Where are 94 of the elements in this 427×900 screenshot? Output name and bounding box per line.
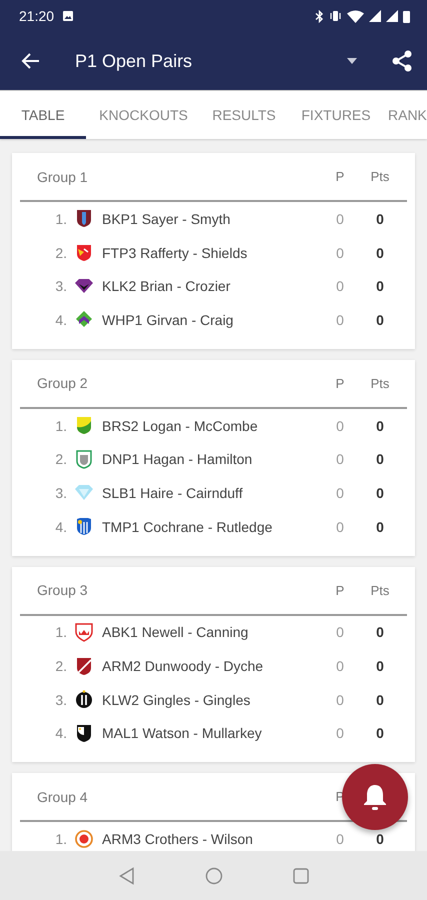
points-count: 0 <box>375 692 385 708</box>
played-count: 0 <box>335 244 345 261</box>
played-count: 0 <box>335 210 345 227</box>
screen-title: P1 Open Pairs <box>75 50 194 72</box>
played-count: 0 <box>335 278 345 294</box>
image-icon <box>62 10 74 22</box>
status-time: 21:20 <box>19 8 54 24</box>
played-count: 0 <box>335 725 345 742</box>
played-count: 0 <box>335 518 345 535</box>
tab[interactable]: RANK <box>385 91 427 139</box>
team-name[interactable]: TMP1 Cochrane - Rutledge <box>102 518 325 535</box>
bluetooth-icon <box>315 10 324 22</box>
team-name[interactable]: DNP1 Hagan - Hamilton <box>102 451 325 468</box>
tab[interactable]: TABLE <box>0 91 86 139</box>
points-count: 0 <box>375 518 385 535</box>
team-name[interactable]: ARM2 Dunwoody - Dyche <box>102 658 325 674</box>
team-name[interactable]: BRS2 Logan - McCombe <box>102 418 325 434</box>
team-crest-icon <box>75 690 93 710</box>
points-count: 0 <box>375 278 385 294</box>
signal-icon <box>369 10 381 22</box>
position-number: 1. <box>54 624 67 640</box>
position-number: 4. <box>54 518 67 535</box>
team-crest-icon <box>75 243 93 262</box>
played-count: 0 <box>335 312 345 328</box>
points-count: 0 <box>375 451 385 468</box>
team-crest-icon <box>75 450 93 469</box>
team-name[interactable]: MAL1 Watson - Mullarkey <box>102 725 325 742</box>
wifi-icon <box>347 10 364 22</box>
points-count: 0 <box>375 624 385 640</box>
points-count: 0 <box>375 725 385 742</box>
position-number: 4. <box>54 312 67 328</box>
played-count: 0 <box>335 418 345 434</box>
team-name[interactable]: ABK1 Newell - Canning <box>102 624 325 640</box>
position-number: 4. <box>54 725 67 742</box>
back-nav-icon[interactable] <box>118 866 134 884</box>
team-name[interactable]: KLW2 Gingles - Gingles <box>102 692 325 708</box>
home-nav-icon[interactable] <box>204 866 222 884</box>
team-crest-icon <box>75 622 93 642</box>
points-count: 0 <box>375 418 385 434</box>
team-crest-icon <box>75 517 93 536</box>
played-count: 0 <box>335 624 345 640</box>
column-header: P <box>334 169 346 184</box>
team-crest-icon <box>75 416 93 436</box>
position-number: 1. <box>54 831 67 848</box>
played-count: 0 <box>335 692 345 708</box>
group-title: Group 4 <box>36 788 89 805</box>
battery-icon <box>403 10 410 22</box>
team-name[interactable]: ARM3 Crothers - Wilson <box>102 831 325 848</box>
points-count: 0 <box>375 484 385 501</box>
position-number: 2. <box>54 451 67 468</box>
position-number: 3. <box>54 484 67 501</box>
team-crest-icon <box>75 483 93 502</box>
signal-icon <box>386 10 398 22</box>
tab[interactable]: FIXTURES <box>287 91 385 139</box>
vibrate-icon <box>329 10 342 22</box>
team-name[interactable]: WHP1 Girvan - Craig <box>102 312 325 328</box>
position-number: 2. <box>54 244 67 261</box>
position-number: 2. <box>54 658 67 674</box>
share-icon[interactable] <box>392 50 412 72</box>
group-title: Group 2 <box>36 375 89 392</box>
group-title: Group 1 <box>36 168 89 184</box>
team-crest-icon <box>75 656 93 676</box>
played-count: 0 <box>335 484 345 501</box>
points-count: 0 <box>375 831 385 848</box>
column-header: Pts <box>370 582 390 598</box>
column-header: Pts <box>370 169 390 184</box>
bell-icon <box>362 783 388 811</box>
points-count: 0 <box>375 658 385 674</box>
played-count: 0 <box>335 831 345 848</box>
position-number: 3. <box>54 278 67 294</box>
column-header: P <box>334 376 346 391</box>
points-count: 0 <box>375 312 385 328</box>
team-name[interactable]: BKP1 Sayer - Smyth <box>102 210 325 227</box>
team-name[interactable]: FTP3 Rafferty - Shields <box>102 244 325 261</box>
group-title: Group 3 <box>36 582 89 598</box>
points-count: 0 <box>375 244 385 261</box>
points-count: 0 <box>375 210 385 227</box>
played-count: 0 <box>335 658 345 674</box>
team-crest-icon <box>75 724 93 743</box>
team-crest-icon <box>75 209 93 228</box>
recents-nav-icon[interactable] <box>292 868 308 884</box>
position-number: 3. <box>54 692 67 708</box>
played-count: 0 <box>335 451 345 468</box>
tab[interactable]: KNOCKOUTS <box>86 91 201 139</box>
dropdown-caret-icon[interactable] <box>347 58 357 64</box>
team-name[interactable]: SLB1 Haire - Cairnduff <box>102 484 325 501</box>
position-number: 1. <box>54 210 67 227</box>
column-header: Pts <box>370 376 390 391</box>
column-header: P <box>334 582 346 598</box>
tab[interactable]: RESULTS <box>201 91 287 139</box>
back-arrow-icon[interactable] <box>20 52 40 70</box>
position-number: 1. <box>54 418 67 434</box>
team-name[interactable]: KLK2 Brian - Crozier <box>102 278 325 294</box>
team-crest-icon <box>75 310 93 330</box>
